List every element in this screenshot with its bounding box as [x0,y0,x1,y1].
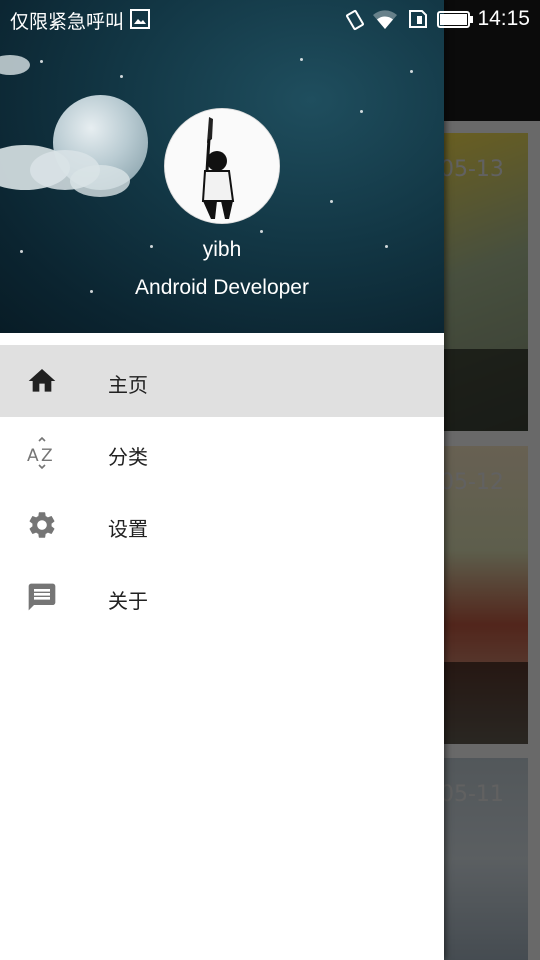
menu-item-label: 关于 [108,589,148,613]
menu-item-label: 设置 [108,517,148,541]
drawer-menu: 主页 A Z 分类 设置 关于 [0,345,444,633]
drawer-header: yibh Android Developer [0,0,444,333]
home-icon [26,365,58,397]
vibrate-icon [344,9,366,36]
message-icon [26,581,58,613]
profile-role: Android Developer [135,276,309,299]
sort-az-icon: A Z [26,436,58,470]
gear-icon [26,509,58,541]
wifi-icon [372,9,398,36]
menu-item-about[interactable]: 关于 [0,561,444,633]
menu-item-label: 主页 [108,373,148,397]
menu-item-label: 分类 [108,445,148,469]
status-bar: 仅限紧急呼叫 14:15 [0,0,540,40]
navigation-drawer: yibh Android Developer 主页 A Z 分类 设置 关于 [0,0,444,960]
profile-name: yibh [202,238,242,261]
avatar[interactable] [164,108,280,224]
battery-icon [437,11,473,33]
sim-icon [408,9,428,34]
image-icon [130,9,150,34]
svg-text:Z: Z [41,446,53,466]
menu-item-category[interactable]: A Z 分类 [0,417,444,489]
menu-item-settings[interactable]: 设置 [0,489,444,561]
clock: 14:15 [477,7,530,30]
carrier-text: 仅限紧急呼叫 [10,11,125,33]
menu-item-home[interactable]: 主页 [0,345,444,417]
svg-text:A: A [27,446,39,466]
